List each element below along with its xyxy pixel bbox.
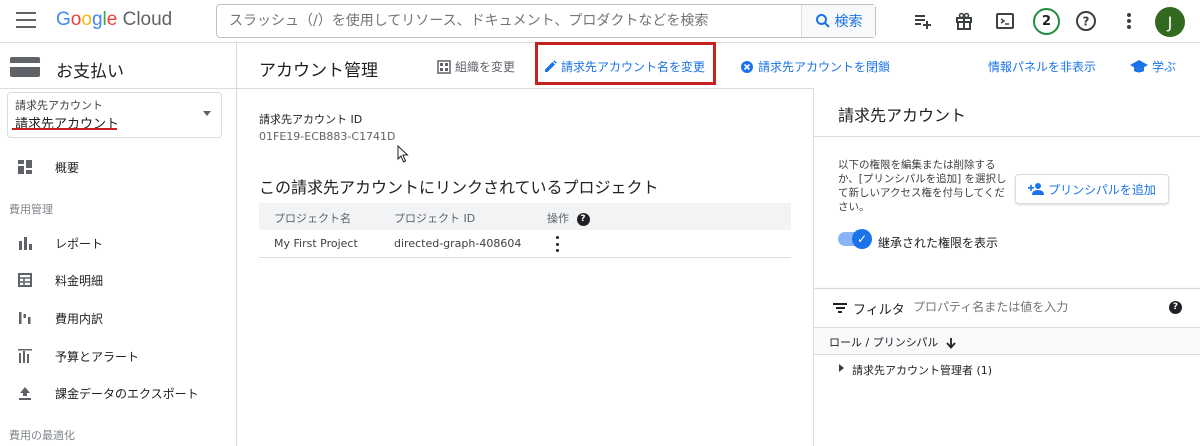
search-button-label: 検索 <box>834 14 863 30</box>
search-box: 検索 <box>216 4 876 38</box>
sidebar-item-overview[interactable]: 概要 <box>0 152 236 182</box>
show-inherited-label: 継承された権限を表示 <box>878 236 999 250</box>
sidebar-item-label: 概要 <box>55 160 80 175</box>
school-icon <box>1130 59 1148 72</box>
column-header-project-id[interactable]: プロジェクト ID <box>394 210 475 226</box>
sidebar-header: お支払い <box>0 43 236 89</box>
search-icon <box>815 14 830 28</box>
budget-icon <box>17 348 33 364</box>
account-avatar[interactable]: J <box>1155 7 1185 37</box>
info-panel-description: 以下の権限を編集または削除するか、[プリンシパルを追加] を選択して新しいアクセ… <box>838 159 1007 213</box>
filter-label: フィルタ <box>853 303 905 318</box>
column-header-actions: 操作 ? <box>547 210 590 226</box>
learn-button[interactable]: 学ぶ <box>1130 58 1176 75</box>
overview-icon <box>17 159 33 175</box>
column-header-actions-label: 操作 <box>547 212 569 225</box>
page-title: アカウント管理 <box>259 61 378 81</box>
project-name-cell[interactable]: My First Project <box>274 237 358 250</box>
billing-account-select-label: 請求先アカウント <box>15 99 103 112</box>
sidebar-item-label: 費用内訳 <box>55 311 104 326</box>
mouse-cursor-icon <box>397 145 409 163</box>
billing-account-id-value: 01FE19-ECB883-C1741D <box>259 130 396 143</box>
change-organization-label: 組織を変更 <box>455 60 516 74</box>
help-circle-icon[interactable]: ? <box>1169 301 1182 314</box>
annotation-underline <box>12 128 117 130</box>
filter-input[interactable] <box>913 300 1153 314</box>
bar-chart-icon <box>17 235 33 251</box>
organization-icon <box>437 59 451 74</box>
person-add-icon <box>1028 183 1045 195</box>
close-billing-account-label: 請求先アカウントを閉鎖 <box>758 60 891 74</box>
table-icon <box>17 272 33 288</box>
arrow-down-icon <box>946 337 956 349</box>
info-panel-bottom <box>814 383 1200 446</box>
sidebar-section-cost-management: 費用管理 <box>9 203 53 216</box>
add-principal-button[interactable]: プリンシパルを追加 <box>1015 174 1169 204</box>
cost-breakdown-icon <box>17 310 33 326</box>
column-header-project-name[interactable]: プロジェクト名 <box>274 210 351 226</box>
role-principal-column-header[interactable]: ロール / プリンシパル <box>829 334 956 350</box>
sidebar-divider <box>236 43 237 446</box>
sidebar-item-billing-export[interactable]: 課金データのエクスポート <box>0 378 236 408</box>
annotation-highlight-box <box>535 42 716 85</box>
filter-icon <box>833 303 847 313</box>
sidebar-item-label: 料金明細 <box>55 273 104 288</box>
sidebar-item-label: 課金データのエクスポート <box>55 386 199 401</box>
feedback-icon[interactable] <box>909 8 935 34</box>
sidebar-item-label: レポート <box>55 236 104 251</box>
change-organization-button[interactable]: 組織を変更 <box>437 58 515 75</box>
add-principal-label: プリンシパルを追加 <box>1048 182 1156 197</box>
info-panel-title: 請求先アカウント <box>838 106 967 125</box>
expand-arrow-icon[interactable] <box>839 364 844 372</box>
billing-account-select[interactable]: 請求先アカウント 請求先アカウント <box>7 92 222 138</box>
sidebar-item-cost-table[interactable]: 料金明細 <box>0 265 236 295</box>
table-row-divider <box>259 257 791 258</box>
gift-icon[interactable] <box>951 8 977 34</box>
sidebar-item-reports[interactable]: レポート <box>0 228 236 258</box>
row-actions-menu-icon[interactable] <box>556 236 560 252</box>
search-button[interactable]: 検索 <box>801 5 875 37</box>
top-app-bar: Google Cloud 検索 2 ? J <box>0 0 1200 42</box>
projects-table-header: プロジェクト名 プロジェクト ID 操作 ? <box>259 203 791 230</box>
upload-icon <box>17 385 33 401</box>
close-billing-account-button[interactable]: 請求先アカウントを閉鎖 <box>740 58 890 75</box>
role-row-label: 請求先アカウント管理者 (1) <box>852 364 993 377</box>
sidebar-item-label: 予算とアラート <box>55 349 140 364</box>
billing-card-icon <box>10 57 40 77</box>
google-cloud-logo[interactable]: Google Cloud <box>56 9 172 31</box>
check-icon: ✓ <box>852 229 872 249</box>
cloud-shell-icon[interactable] <box>992 8 1018 34</box>
help-circle-icon[interactable]: ? <box>576 212 590 226</box>
role-principal-column-label: ロール / プリンシパル <box>829 336 939 349</box>
main-menu-icon[interactable] <box>16 12 36 28</box>
dropdown-arrow-icon <box>203 111 211 116</box>
filter-top-divider <box>814 288 1200 289</box>
help-icon[interactable]: ? <box>1073 8 1099 34</box>
linked-projects-title: この請求先アカウントにリンクされているプロジェクト <box>259 178 659 197</box>
hide-info-panel-label: 情報パネルを非表示 <box>988 60 1097 74</box>
more-vert-icon[interactable] <box>1116 8 1142 34</box>
search-input[interactable] <box>217 5 803 37</box>
sidebar-title: お支払い <box>56 62 124 82</box>
project-id-cell: directed-graph-408604 <box>394 237 522 250</box>
hide-info-panel-button[interactable]: 情報パネルを非表示 <box>988 58 1096 75</box>
billing-account-id-label: 請求先アカウント ID <box>259 113 363 126</box>
sidebar-item-cost-breakdown[interactable]: 費用内訳 <box>0 303 236 333</box>
notifications-badge[interactable]: 2 <box>1033 8 1060 35</box>
sidebar-item-budgets[interactable]: 予算とアラート <box>0 341 236 371</box>
close-circle-icon <box>741 60 753 73</box>
learn-label: 学ぶ <box>1152 60 1177 74</box>
svg-text:?: ? <box>1083 15 1090 29</box>
info-panel-title-divider <box>814 136 1200 137</box>
sidebar-section-cost-optimization: 費用の最適化 <box>9 429 75 442</box>
